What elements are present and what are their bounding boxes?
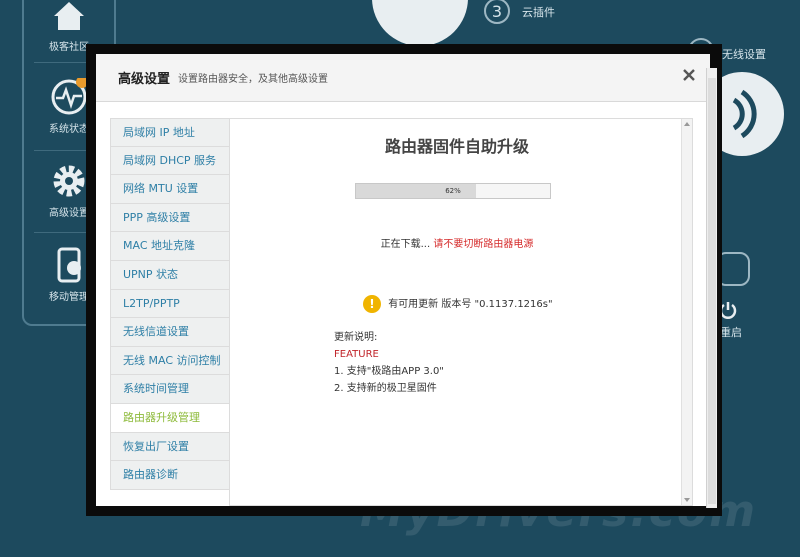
download-status-text: 正在下载... <box>380 239 431 250</box>
close-button[interactable] <box>682 65 696 85</box>
modal-scrollbar[interactable] <box>706 68 717 508</box>
step-3-badge: 3 <box>484 0 510 24</box>
progress-text: 62% <box>445 187 461 195</box>
sidebar-item-label: 极客社区 <box>49 42 89 53</box>
nav-item[interactable]: 无线 MAC 访问控制 <box>110 346 230 376</box>
notes-line: 2. 支持新的极卫星固件 <box>334 383 437 394</box>
modal-scroll-thumb[interactable] <box>708 78 716 504</box>
step-2-label: 无线设置 <box>722 48 766 61</box>
nav-item[interactable]: 路由器诊断 <box>110 461 230 490</box>
notes-heading: 更新说明: <box>334 332 378 343</box>
router-illustration <box>372 0 468 46</box>
home-icon <box>50 0 88 34</box>
nav-item[interactable]: UPNP 状态 <box>110 260 230 290</box>
gear-icon <box>50 162 88 200</box>
settings-nav: 局域网 IP 地址 局域网 DHCP 服务 网络 MTU 设置 PPP 高级设置 MAC… <box>110 118 230 490</box>
nav-item[interactable]: PPP 高级设置 <box>110 203 230 233</box>
content-scrollbar[interactable] <box>681 119 692 505</box>
nav-item[interactable]: 系统时间管理 <box>110 375 230 404</box>
reboot-label: 重启 <box>720 326 742 339</box>
heartbeat-icon <box>50 76 88 116</box>
nav-item[interactable]: 局域网 IP 地址 <box>110 118 230 147</box>
nav-item[interactable]: MAC 地址克隆 <box>110 232 230 261</box>
scroll-down-icon[interactable] <box>684 498 690 502</box>
step-3-label: 云插件 <box>522 6 555 19</box>
power-warning-text: 请不要切断路由器电源 <box>433 239 534 250</box>
nav-item[interactable]: 路由器升级管理 <box>110 403 230 433</box>
download-status: 正在下载... 请不要切断路由器电源 <box>230 235 684 250</box>
nav-item[interactable]: 无线信道设置 <box>110 318 230 347</box>
sidebar-item-label: 高级设置 <box>49 208 89 219</box>
mobile-icon <box>50 246 88 284</box>
page-title: 路由器固件自助升级 <box>384 137 529 156</box>
release-notes: 更新说明: FEATURE 1. 支持"极路由APP 3.0" 2. 支持新的极… <box>334 329 444 397</box>
modal-subtitle: 设置路由器安全，及其他高级设置 <box>178 74 328 85</box>
modal-title: 高级设置 <box>118 72 171 87</box>
content-panel: 路由器固件自助升级 62% 正在下载... 请不要切断路由器电源 ! 有可用更新… <box>229 118 693 506</box>
download-progress-bar: 62% <box>355 183 551 199</box>
notes-line: 1. 支持"极路由APP 3.0" <box>334 366 444 377</box>
nav-item[interactable]: 恢复出厂设置 <box>110 432 230 462</box>
exclamation-icon: ! <box>363 295 381 313</box>
scroll-up-icon[interactable] <box>684 122 690 126</box>
close-icon <box>683 69 695 81</box>
nav-item[interactable]: L2TP/PPTP <box>110 289 230 319</box>
notes-feature-label: FEATURE <box>334 349 379 360</box>
advanced-settings-modal: 高级设置 设置路由器安全，及其他高级设置 局域网 IP 地址 局域网 DHCP 服… <box>96 54 710 506</box>
update-available: ! 有可用更新 版本号 "0.1137.1216s" <box>363 295 553 313</box>
sidebar-item-label: 系统状态 <box>49 124 89 135</box>
nav-item[interactable]: 局域网 DHCP 服务 <box>110 146 230 176</box>
modal-header: 高级设置 设置路由器安全，及其他高级设置 <box>96 54 710 102</box>
nav-item[interactable]: 网络 MTU 设置 <box>110 175 230 204</box>
sidebar-item-label: 移动管理 <box>49 292 89 303</box>
update-version-text: 有可用更新 版本号 "0.1137.1216s" <box>388 299 553 310</box>
